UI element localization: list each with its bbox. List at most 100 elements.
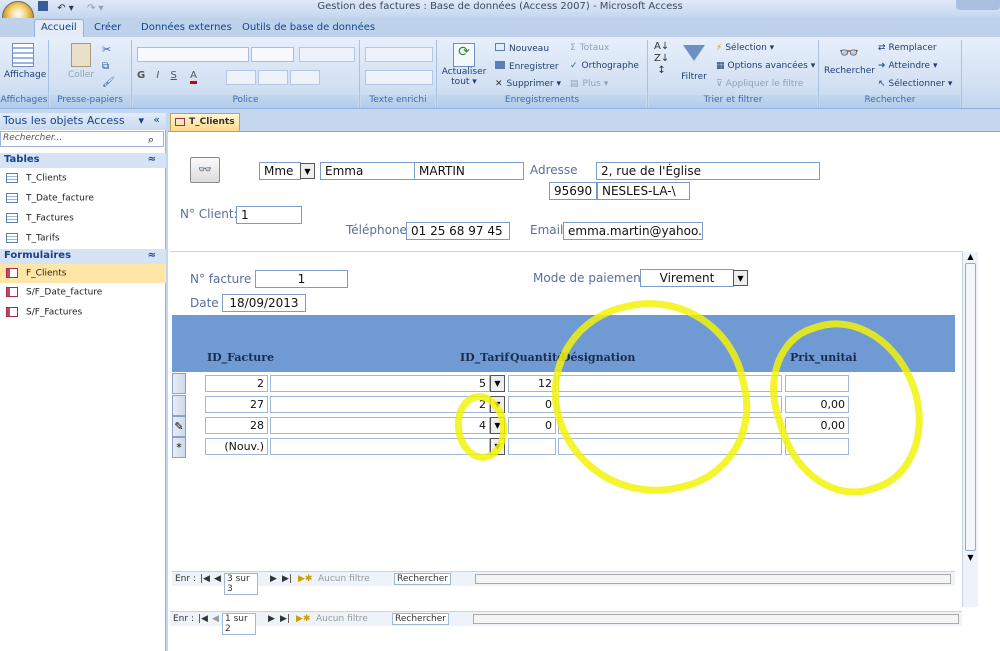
no-facture-field[interactable]: 1 bbox=[255, 270, 348, 288]
chevron-down-icon[interactable]: ▼ bbox=[300, 163, 315, 179]
tab-donnees-externes[interactable]: Données externes bbox=[135, 20, 238, 37]
cell-quantite[interactable]: 0 bbox=[508, 417, 556, 434]
coller-button[interactable]: Coller bbox=[64, 43, 98, 80]
mode-paiement-combo[interactable]: Virement bbox=[640, 269, 734, 287]
cell-quantite[interactable]: 12 bbox=[508, 375, 556, 392]
chevron-down-icon[interactable]: ▼ bbox=[490, 375, 505, 392]
nav-section-tables[interactable]: Tables ≈ bbox=[0, 153, 166, 168]
format-painter-icon[interactable]: 🖌 bbox=[102, 77, 115, 88]
scroll-down-icon[interactable]: ▼ bbox=[963, 553, 978, 562]
ville-field[interactable]: NESLES-LA-\ bbox=[597, 182, 690, 200]
tab-accueil[interactable]: Accueil bbox=[34, 19, 84, 38]
scroll-thumb[interactable] bbox=[965, 263, 976, 551]
options-avancees-button[interactable]: ▦ Options avancées ▾ bbox=[716, 61, 815, 71]
filter-indicator[interactable]: Aucun filtre bbox=[316, 614, 368, 624]
filtrer-button[interactable]: Filtrer bbox=[676, 43, 712, 82]
plus-button[interactable]: ▤ Plus ▾ bbox=[570, 79, 608, 89]
row-selector[interactable] bbox=[172, 395, 186, 416]
cell-id-tarif[interactable]: 5 bbox=[270, 375, 490, 392]
cell-quantite[interactable]: 0 bbox=[508, 396, 556, 413]
rechercher-button[interactable]: 👓 Rechercher bbox=[824, 43, 875, 76]
nom-field[interactable]: MARTIN bbox=[414, 162, 524, 180]
cut-icon[interactable]: ✂ bbox=[102, 43, 111, 56]
last-record-icon[interactable]: ▶| bbox=[282, 574, 292, 584]
nav-item-t-factures[interactable]: T_Factures bbox=[6, 209, 164, 228]
remplacer-button[interactable]: ⇄ Remplacer bbox=[878, 43, 937, 53]
record-position[interactable]: 1 sur 2 bbox=[222, 613, 256, 635]
nav-menu-icon[interactable]: ▾ bbox=[138, 114, 144, 127]
font-color-button[interactable]: A bbox=[190, 70, 197, 84]
record-search[interactable]: Rechercher bbox=[392, 613, 449, 625]
enregistrer-button[interactable]: Enregistrer bbox=[495, 61, 559, 72]
next-record-icon[interactable]: ▶ bbox=[268, 614, 275, 624]
nav-search-input[interactable]: Rechercher... bbox=[0, 131, 164, 147]
nav-item-f-clients[interactable]: F_Clients bbox=[0, 264, 166, 283]
no-client-field[interactable]: 1 bbox=[236, 206, 302, 224]
selectionner-button[interactable]: ↖ Sélectionner ▾ bbox=[878, 79, 952, 89]
list-buttons[interactable] bbox=[365, 70, 433, 85]
scroll-up-icon[interactable]: ▲ bbox=[963, 252, 978, 261]
cell-id-facture[interactable]: 28 bbox=[205, 417, 268, 434]
indent-buttons[interactable] bbox=[365, 47, 433, 62]
appliquer-filtre-button[interactable]: ⊽ Appliquer le filtre bbox=[716, 79, 803, 89]
underline-button[interactable]: S bbox=[171, 70, 177, 81]
civilite-combo[interactable]: Mme bbox=[259, 162, 301, 180]
first-record-icon[interactable]: |◀ bbox=[198, 614, 208, 624]
date-field[interactable]: 18/09/2013 bbox=[222, 294, 306, 312]
sort-icons[interactable]: A↓ Z↓ ↕ bbox=[654, 41, 669, 77]
nav-item-t-date-facture[interactable]: T_Date_facture bbox=[6, 189, 164, 208]
email-field[interactable]: emma.martin@yahoo.f bbox=[563, 222, 703, 240]
alt-fill-button[interactable] bbox=[290, 70, 320, 85]
cell-id-facture[interactable]: (Nouv.) bbox=[205, 438, 268, 455]
nav-section-formulaires[interactable]: Formulaires ≈ bbox=[0, 249, 166, 264]
adresse-field[interactable]: 2, rue de l'Église bbox=[596, 162, 820, 180]
filter-indicator[interactable]: Aucun filtre bbox=[318, 574, 370, 584]
italic-button[interactable]: I bbox=[156, 70, 159, 81]
nav-header[interactable]: Tous les objets Access ▾ « bbox=[0, 113, 166, 130]
first-record-icon[interactable]: |◀ bbox=[200, 574, 210, 584]
search-client-button[interactable]: 👓 bbox=[190, 157, 220, 183]
save-icon[interactable] bbox=[38, 1, 48, 11]
new-record-icon[interactable]: ▶✱ bbox=[298, 574, 312, 584]
prenom-field[interactable]: Emma bbox=[320, 162, 416, 180]
prev-record-icon[interactable]: ◀ bbox=[212, 614, 219, 624]
font-size-combo[interactable] bbox=[251, 47, 294, 62]
tab-outils-bd[interactable]: Outils de base de données bbox=[236, 20, 381, 37]
window-controls[interactable] bbox=[956, 0, 1000, 10]
totaux-button[interactable]: Σ Totaux bbox=[570, 43, 609, 53]
nouveau-button[interactable]: Nouveau bbox=[495, 43, 549, 54]
row-selector[interactable] bbox=[172, 373, 186, 394]
chevron-down-icon[interactable]: ▼ bbox=[733, 270, 748, 286]
bold-button[interactable]: G bbox=[137, 70, 145, 81]
selection-button[interactable]: ⚡ Sélection ▾ bbox=[716, 43, 774, 53]
record-position[interactable]: 3 sur 3 bbox=[224, 573, 258, 595]
redo-icon[interactable]: ↷ ▾ bbox=[87, 3, 104, 14]
v-scrollbar[interactable]: ▲ ▼ bbox=[962, 252, 978, 607]
prev-record-icon[interactable]: ◀ bbox=[214, 574, 221, 584]
supprimer-button[interactable]: ✕ Supprimer ▾ bbox=[495, 79, 561, 89]
actualiser-button[interactable]: ⟳ Actualiser tout ▾ bbox=[441, 43, 487, 87]
cp-field[interactable]: 95690 bbox=[549, 182, 597, 200]
nav-collapse-icon[interactable]: « bbox=[153, 113, 160, 126]
font-name-combo[interactable] bbox=[137, 47, 249, 62]
new-record-icon[interactable]: ▶✱ bbox=[296, 614, 310, 624]
cell-id-facture[interactable]: 27 bbox=[205, 396, 268, 413]
h-scrollbar[interactable] bbox=[473, 614, 959, 624]
align-buttons[interactable] bbox=[299, 47, 355, 62]
orthographe-button[interactable]: ✓ Orthographe bbox=[570, 61, 639, 71]
telephone-field[interactable]: 01 25 68 97 45 bbox=[406, 222, 510, 240]
h-scrollbar[interactable] bbox=[475, 574, 951, 584]
last-record-icon[interactable]: ▶| bbox=[280, 614, 290, 624]
next-record-icon[interactable]: ▶ bbox=[270, 574, 277, 584]
atteindre-button[interactable]: ➜ Atteindre ▾ bbox=[878, 61, 938, 71]
document-tab[interactable]: T_Clients bbox=[170, 113, 240, 131]
record-search[interactable]: Rechercher bbox=[394, 573, 451, 585]
affichage-button[interactable]: Affichage bbox=[4, 43, 46, 80]
cell-id-facture[interactable]: 2 bbox=[205, 375, 268, 392]
gridlines-button[interactable] bbox=[258, 70, 288, 85]
nav-item-sf-date-facture[interactable]: S/F_Date_facture bbox=[6, 283, 164, 302]
search-icon[interactable]: ⌕ bbox=[148, 133, 154, 147]
fill-color-button[interactable] bbox=[226, 70, 256, 85]
undo-icon[interactable]: ↶ ▾ bbox=[57, 3, 74, 14]
tab-creer[interactable]: Créer bbox=[88, 20, 127, 37]
